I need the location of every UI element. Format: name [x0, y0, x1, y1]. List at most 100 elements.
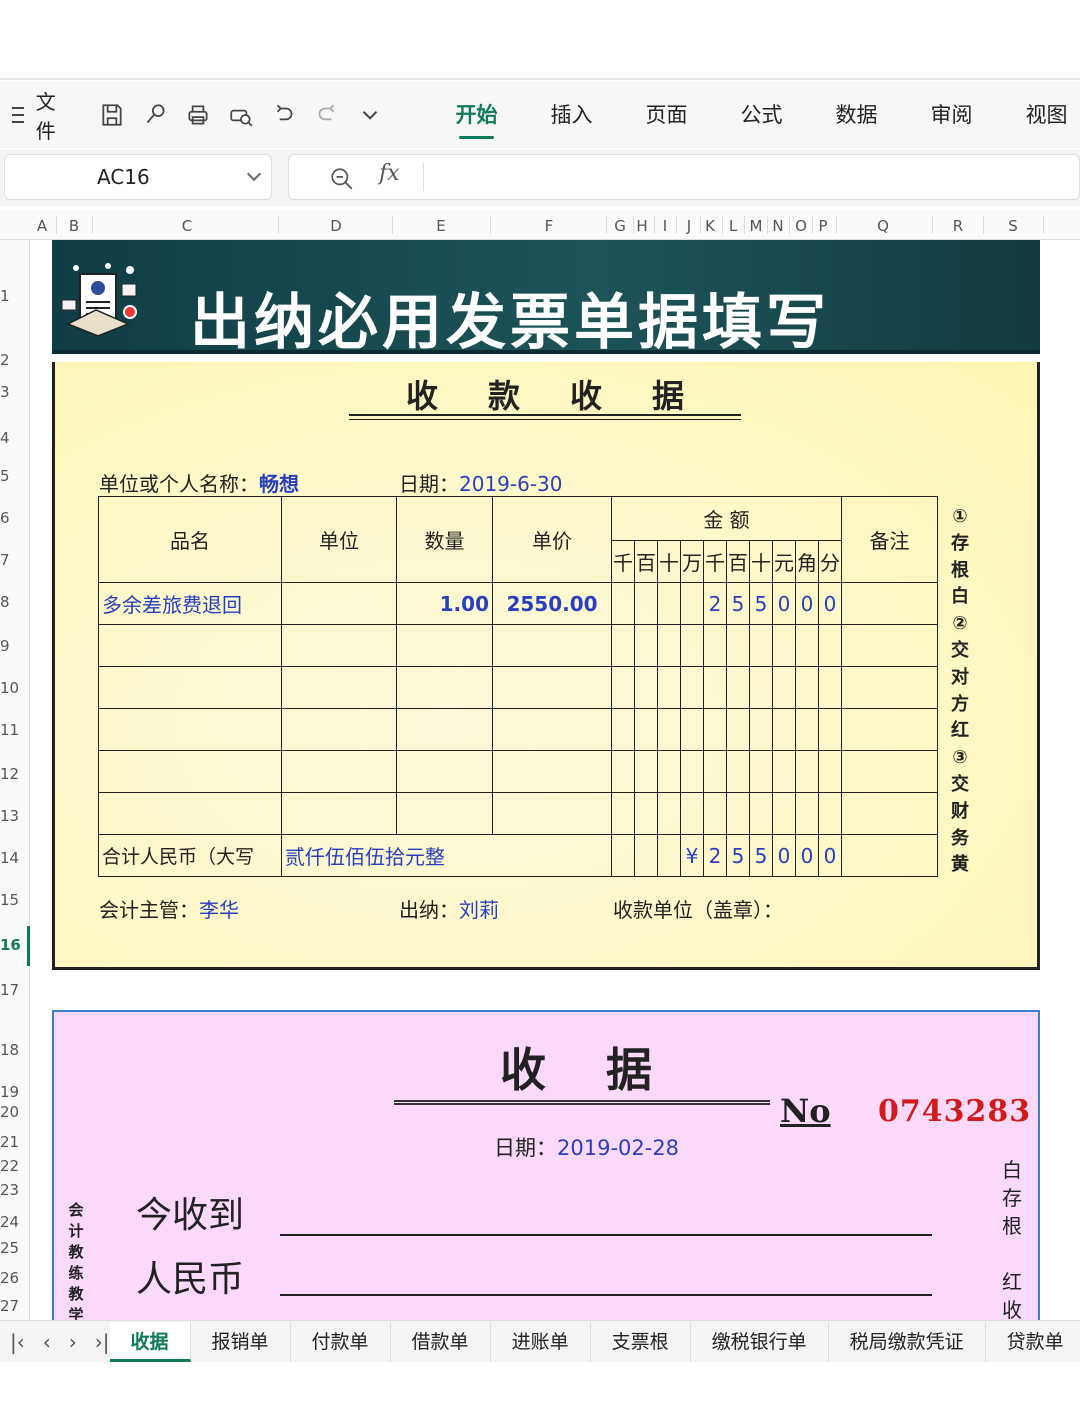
file-menu-button[interactable]: 文件	[0, 90, 62, 143]
column-divider[interactable]	[490, 216, 491, 234]
table-row[interactable]	[98, 750, 938, 793]
empty-cell[interactable]	[680, 750, 704, 793]
empty-cell[interactable]	[726, 792, 750, 835]
amount-digit[interactable]	[634, 834, 658, 877]
empty-cell[interactable]	[841, 666, 938, 709]
row-header[interactable]: 19	[0, 1083, 19, 1101]
empty-cell[interactable]	[795, 666, 819, 709]
column-header[interactable]: D	[330, 217, 342, 235]
empty-cell[interactable]	[749, 666, 773, 709]
row-header[interactable]: 13	[0, 807, 19, 825]
amount-digit[interactable]: 5	[726, 582, 750, 625]
empty-cell[interactable]	[841, 624, 938, 667]
tab-insert[interactable]: 插入	[524, 95, 619, 135]
amount-digit[interactable]	[680, 582, 704, 625]
amount-digit[interactable]	[611, 834, 635, 877]
empty-cell[interactable]	[726, 666, 750, 709]
column-divider[interactable]	[654, 216, 655, 234]
column-header[interactable]: R	[953, 217, 963, 235]
sheet-tab[interactable]: 贷款单	[986, 1322, 1080, 1362]
amount-digit[interactable]: 0	[795, 834, 819, 877]
empty-cell[interactable]	[611, 624, 635, 667]
empty-cell[interactable]	[98, 666, 282, 709]
empty-cell[interactable]	[703, 708, 727, 751]
empty-cell[interactable]	[795, 708, 819, 751]
tab-home[interactable]: 开始	[429, 95, 524, 139]
amount-digit[interactable]	[611, 582, 635, 625]
empty-cell[interactable]	[795, 792, 819, 835]
empty-cell[interactable]	[98, 792, 282, 835]
table-row[interactable]	[98, 708, 938, 751]
receipt-number[interactable]: 0743283	[878, 1094, 1031, 1129]
empty-cell[interactable]	[98, 624, 282, 667]
empty-cell[interactable]	[680, 666, 704, 709]
amount-digit[interactable]: 0	[772, 582, 796, 625]
column-divider[interactable]	[700, 216, 701, 234]
column-divider[interactable]	[633, 216, 634, 234]
sheet-tab[interactable]: 进账单	[491, 1321, 591, 1362]
row-header[interactable]: 9	[0, 637, 10, 655]
empty-cell[interactable]	[818, 624, 842, 667]
row-header[interactable]: 8	[0, 593, 10, 611]
amount-digit[interactable]: 0	[795, 582, 819, 625]
row-header[interactable]: 4	[0, 429, 10, 447]
empty-cell[interactable]	[726, 624, 750, 667]
row-header[interactable]: 18	[0, 1041, 19, 1059]
empty-cell[interactable]	[749, 750, 773, 793]
empty-cell[interactable]	[492, 708, 612, 751]
formula-input[interactable]: fx	[288, 154, 1080, 200]
row-header[interactable]: 7	[0, 551, 10, 569]
row-header[interactable]: 21	[0, 1133, 19, 1151]
empty-cell[interactable]	[657, 624, 681, 667]
amount-digit[interactable]: 0	[818, 834, 842, 877]
empty-cell[interactable]	[772, 624, 796, 667]
next-sheet-icon[interactable]: ›	[69, 1330, 77, 1354]
sheet-tab[interactable]: 缴税银行单	[691, 1321, 829, 1362]
row-header[interactable]: 20	[0, 1103, 19, 1121]
empty-cell[interactable]	[396, 666, 493, 709]
rmb-underline[interactable]	[280, 1294, 932, 1296]
total-words[interactable]: 贰仟伍佰伍拾元整	[281, 834, 612, 877]
column-divider[interactable]	[767, 216, 768, 234]
first-sheet-icon[interactable]: |‹	[10, 1330, 25, 1354]
amount-digit[interactable]	[657, 834, 681, 877]
amount-digit[interactable]: 2	[703, 582, 727, 625]
save-icon[interactable]	[98, 102, 125, 129]
empty-cell[interactable]	[492, 750, 612, 793]
print-icon[interactable]	[184, 102, 211, 129]
empty-cell[interactable]	[657, 750, 681, 793]
sheet-tab[interactable]: 报销单	[191, 1321, 291, 1362]
empty-cell[interactable]	[795, 624, 819, 667]
payer-value[interactable]: 畅想	[259, 472, 299, 496]
column-divider[interactable]	[836, 216, 837, 234]
amount-digit[interactable]: 0	[772, 834, 796, 877]
row-header[interactable]: 26	[0, 1269, 19, 1287]
empty-cell[interactable]	[680, 708, 704, 751]
column-header[interactable]: Q	[877, 217, 889, 235]
empty-cell[interactable]	[772, 792, 796, 835]
empty-cell[interactable]	[492, 792, 612, 835]
empty-cell[interactable]	[841, 708, 938, 751]
empty-cell[interactable]	[726, 750, 750, 793]
empty-cell[interactable]	[396, 792, 493, 835]
print-preview-icon[interactable]	[227, 102, 254, 129]
sheet-tab[interactable]: 借款单	[391, 1321, 491, 1362]
tab-page[interactable]: 页面	[619, 95, 714, 135]
empty-cell[interactable]	[492, 624, 612, 667]
column-header[interactable]: E	[436, 217, 445, 235]
undo-icon[interactable]	[270, 102, 297, 129]
name-box[interactable]: AC16	[4, 154, 272, 200]
empty-cell[interactable]	[818, 750, 842, 793]
item-price[interactable]: 2550.00	[492, 582, 612, 625]
column-header[interactable]: B	[69, 217, 79, 235]
column-divider[interactable]	[983, 216, 984, 234]
row-header[interactable]: 23	[0, 1181, 19, 1199]
amount-digit[interactable]: 0	[818, 582, 842, 625]
amount-digit[interactable]: 5	[749, 834, 773, 877]
row-header[interactable]: 12	[0, 765, 19, 783]
empty-cell[interactable]	[703, 624, 727, 667]
empty-cell[interactable]	[611, 666, 635, 709]
column-header[interactable]: H	[636, 217, 647, 235]
column-header[interactable]: N	[772, 217, 783, 235]
column-divider[interactable]	[932, 216, 933, 234]
